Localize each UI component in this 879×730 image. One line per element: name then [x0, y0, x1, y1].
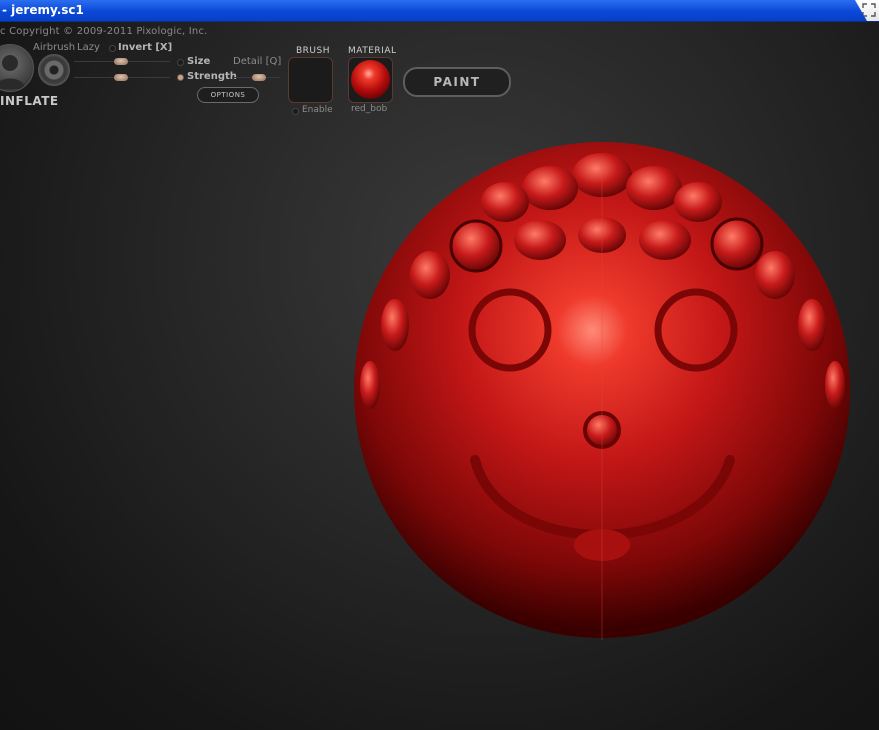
material-preview — [351, 60, 390, 99]
brush-section-label: BRUSH — [296, 46, 330, 56]
strength-indicator — [177, 74, 184, 81]
lazy-toggle[interactable]: Lazy — [77, 42, 100, 53]
brush-toolbar: INFLATE Airbrush Lazy Invert [X] Size St… — [0, 40, 879, 120]
detail-label[interactable]: Detail [Q] — [233, 56, 281, 67]
strength-label[interactable]: Strength — [187, 71, 237, 82]
detail-slider-knob[interactable] — [252, 74, 266, 81]
title-bar-tab[interactable] — [855, 0, 879, 21]
options-button[interactable]: OPTIONS — [197, 87, 259, 103]
paint-button[interactable]: PAINT — [403, 67, 511, 97]
slider-knob-lower[interactable] — [114, 74, 128, 81]
invert-toggle[interactable]: Invert [X] — [118, 42, 172, 53]
sculpt-model[interactable] — [340, 140, 860, 660]
avatar-silhouette — [0, 55, 25, 89]
size-indicator — [177, 59, 184, 66]
avatar-icon[interactable] — [0, 44, 34, 92]
enable-toggle[interactable]: Enable — [302, 105, 333, 115]
ring-brush-icon[interactable] — [38, 54, 70, 86]
invert-indicator — [109, 45, 116, 52]
window-title: - jeremy.sc1 — [2, 3, 84, 17]
material-name: red_bob — [351, 104, 388, 114]
brush-name: INFLATE — [0, 94, 59, 108]
slider-knob-upper[interactable] — [114, 58, 128, 65]
material-section-label: MATERIAL — [348, 46, 397, 56]
expand-icon[interactable] — [862, 3, 876, 17]
brush-slot[interactable] — [288, 57, 333, 103]
enable-indicator — [292, 108, 299, 115]
material-slot[interactable] — [348, 57, 393, 103]
copyright-notice: c Copyright © 2009-2011 Pixologic, Inc. — [0, 26, 208, 37]
airbrush-toggle[interactable]: Airbrush — [33, 42, 75, 53]
title-bar: - jeremy.sc1 — [0, 0, 879, 22]
size-label[interactable]: Size — [187, 56, 210, 67]
